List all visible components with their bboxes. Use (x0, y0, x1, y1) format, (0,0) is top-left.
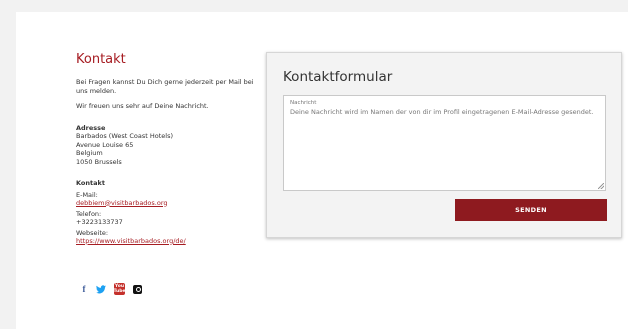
message-label: Nachricht (290, 100, 317, 106)
address-block: Adresse Barbados (West Coast Hotels) Ave… (76, 124, 256, 167)
social-links: f You Tube (80, 283, 142, 295)
address-heading: Adresse (76, 123, 106, 132)
resize-grip-icon[interactable] (598, 183, 604, 189)
instagram-icon[interactable] (133, 284, 142, 294)
contact-details-heading: Kontakt (76, 179, 105, 187)
contact-form: Kontaktformular Nachricht Deine Nachrich… (266, 52, 622, 238)
website-link[interactable]: https://www.visitbarbados.org/de/ (76, 237, 256, 245)
youtube-icon[interactable]: You Tube (113, 283, 126, 295)
youtube-icon-bottom: Tube (113, 289, 126, 294)
phone-value: +3223133737 (76, 217, 123, 226)
email-link[interactable]: debbiem@visitbarbados.org (76, 199, 256, 207)
address-line: Barbados (West Coast Hotels) (76, 132, 174, 140)
phone-label: Telefon: (76, 209, 102, 218)
intro-text: Bei Fragen kannst Du Dich gerne jederzei… (76, 78, 254, 95)
address-line: 1050 Brussels (76, 157, 122, 166)
contact-info: Kontakt Bei Fragen kannst Du Dich gerne … (76, 52, 256, 245)
message-textarea[interactable]: Nachricht Deine Nachricht wird im Namen … (283, 95, 606, 191)
message-placeholder: Deine Nachricht wird im Namen der von di… (290, 108, 594, 116)
address-line: Belgium (76, 149, 103, 157)
contact-details: Kontakt E-Mail: debbiem@visitbarbados.or… (76, 179, 256, 245)
contact-heading: Kontakt (76, 52, 126, 67)
email-label: E-Mail: (76, 190, 98, 199)
thanks-text: Wir freuen uns sehr auf Deine Nachricht. (76, 102, 209, 110)
twitter-icon[interactable] (96, 284, 106, 294)
facebook-icon[interactable]: f (80, 284, 88, 294)
form-title: Kontaktformular (283, 69, 393, 85)
send-button[interactable]: SENDEN (455, 199, 607, 221)
website-label: Webseite: (76, 228, 109, 237)
address-line: Avenue Louise 65 (76, 140, 134, 149)
